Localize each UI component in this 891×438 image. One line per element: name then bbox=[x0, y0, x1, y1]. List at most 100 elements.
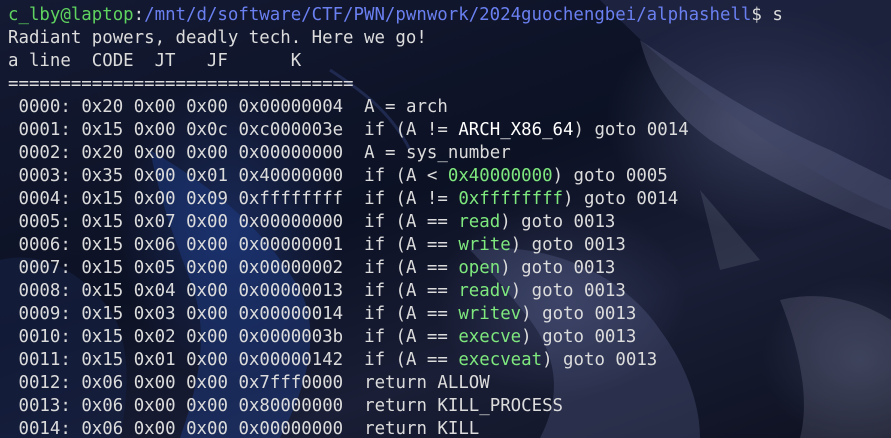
rule-jt: 0x02 bbox=[133, 327, 176, 347]
rule-k: 0x00000001 bbox=[238, 235, 344, 255]
rule-code: 0x35 bbox=[81, 166, 124, 186]
rule-line-number: 0011: bbox=[8, 350, 71, 370]
rule-line-number: 0002: bbox=[8, 143, 71, 163]
seccomp-rule-row: 0010: 0x15 0x02 0x00 0x0000003b if (A ==… bbox=[8, 326, 891, 349]
rule-action: return ALLOW bbox=[364, 373, 490, 393]
rule-line-number: 0003: bbox=[8, 166, 71, 186]
rule-highlight: readv bbox=[458, 281, 511, 301]
rule-line-number: 0004: bbox=[8, 189, 71, 209]
rule-k: 0x00000000 bbox=[238, 212, 344, 232]
rule-action: A = sys_number bbox=[364, 143, 511, 163]
prompt-colon: : bbox=[133, 5, 145, 25]
seccomp-rule-row: 0000: 0x20 0x00 0x00 0x00000004 A = arch bbox=[8, 96, 891, 119]
rule-jf: 0x00 bbox=[186, 373, 228, 393]
rule-goto: ) goto 0014 bbox=[563, 189, 679, 209]
rule-goto: ) goto 0013 bbox=[521, 327, 637, 347]
rule-action: return KILL bbox=[364, 419, 480, 438]
rule-highlight: writev bbox=[458, 304, 522, 324]
rule-jt: 0x00 bbox=[133, 396, 176, 416]
rule-jf: 0x00 bbox=[186, 143, 228, 163]
seccomp-rule-row: 0013: 0x06 0x00 0x00 0x80000000 return K… bbox=[8, 395, 891, 418]
seccomp-rule-row: 0011: 0x15 0x01 0x00 0x00000142 if (A ==… bbox=[8, 349, 891, 372]
rule-action: if (A == bbox=[364, 350, 459, 370]
rule-goto: ) goto 0013 bbox=[542, 350, 658, 370]
rule-jf: 0x00 bbox=[186, 304, 228, 324]
rule-jt: 0x07 bbox=[133, 212, 176, 232]
rule-k: 0x7fff0000 bbox=[238, 373, 344, 393]
rule-code: 0x06 bbox=[81, 396, 124, 416]
rule-k: 0x00000142 bbox=[238, 350, 344, 370]
rule-highlight: read bbox=[458, 212, 501, 232]
rule-action: if (A < bbox=[364, 166, 448, 186]
rule-jt: 0x00 bbox=[133, 189, 176, 209]
rule-highlight: 0xffffffff bbox=[458, 189, 564, 209]
rule-code: 0x15 bbox=[81, 212, 124, 232]
rule-action: if (A == bbox=[364, 304, 459, 324]
rule-line-number: 0005: bbox=[8, 212, 71, 232]
seccomp-rule-row: 0005: 0x15 0x07 0x00 0x00000000 if (A ==… bbox=[8, 211, 891, 234]
rule-line-number: 0013: bbox=[8, 396, 71, 416]
rule-jf: 0x09 bbox=[186, 189, 228, 209]
rule-highlight: open bbox=[458, 258, 501, 278]
rule-line-number: 0006: bbox=[8, 235, 71, 255]
rule-jf: 0x00 bbox=[186, 281, 228, 301]
rule-k: 0x00000004 bbox=[238, 97, 344, 117]
rule-goto: ) goto 0013 bbox=[510, 235, 626, 255]
rule-code: 0x15 bbox=[81, 120, 124, 140]
rule-action: if (A != bbox=[364, 189, 459, 209]
rule-jt: 0x01 bbox=[133, 350, 176, 370]
rule-action: A = arch bbox=[364, 97, 448, 117]
rule-line-number: 0009: bbox=[8, 304, 71, 324]
rule-line-number: 0010: bbox=[8, 327, 71, 347]
rule-goto: ) goto 0013 bbox=[521, 304, 637, 324]
seccomp-rule-row: 0007: 0x15 0x05 0x00 0x00000002 if (A ==… bbox=[8, 257, 891, 280]
rule-jf: 0x00 bbox=[186, 419, 228, 438]
seccomp-rule-row: 0004: 0x15 0x00 0x09 0xffffffff if (A !=… bbox=[8, 188, 891, 211]
rule-jf: 0x01 bbox=[186, 166, 228, 186]
rule-k: 0x40000000 bbox=[238, 166, 344, 186]
rule-action: if (A == bbox=[364, 281, 459, 301]
rule-code: 0x15 bbox=[81, 327, 124, 347]
rule-goto: ) goto 0013 bbox=[500, 212, 616, 232]
table-separator: ================================= bbox=[8, 74, 354, 94]
rule-jt: 0x06 bbox=[133, 235, 176, 255]
rule-code: 0x20 bbox=[81, 143, 124, 163]
seccomp-rule-list: 0000: 0x20 0x00 0x00 0x00000004 A = arch… bbox=[8, 96, 891, 438]
rule-action: if (A != bbox=[364, 120, 459, 140]
rule-jf: 0x00 bbox=[186, 258, 228, 278]
rule-line-number: 0014: bbox=[8, 419, 71, 438]
rule-code: 0x06 bbox=[81, 419, 124, 438]
rule-action: if (A == bbox=[364, 258, 459, 278]
banner-line: Radiant powers, deadly tech. Here we go! bbox=[8, 28, 427, 48]
rule-code: 0x20 bbox=[81, 97, 124, 117]
rule-code: 0x15 bbox=[81, 281, 124, 301]
terminal-output: c_lby@laptop:/mnt/d/software/CTF/PWN/pwn… bbox=[8, 4, 891, 438]
rule-goto: ) goto 0014 bbox=[573, 120, 689, 140]
terminal-window[interactable]: c_lby@laptop:/mnt/d/software/CTF/PWN/pwn… bbox=[0, 0, 891, 438]
rule-line-number: 0008: bbox=[8, 281, 71, 301]
rule-highlight: 0x40000000 bbox=[447, 166, 553, 186]
seccomp-rule-row: 0012: 0x06 0x00 0x00 0x7fff0000 return A… bbox=[8, 372, 891, 395]
rule-jt: 0x00 bbox=[133, 373, 176, 393]
rule-line-number: 0007: bbox=[8, 258, 71, 278]
rule-highlight: write bbox=[458, 235, 511, 255]
rule-k: 0x00000002 bbox=[238, 258, 344, 278]
rule-goto: ) goto 0013 bbox=[510, 281, 626, 301]
rule-jf: 0x00 bbox=[186, 327, 228, 347]
rule-code: 0x15 bbox=[81, 235, 124, 255]
rule-code: 0x15 bbox=[81, 258, 124, 278]
rule-k: 0x0000003b bbox=[238, 327, 344, 347]
prompt-path: /mnt/d/software/CTF/PWN/pwnwork/2024guoc… bbox=[144, 5, 752, 25]
rule-k: 0x00000000 bbox=[238, 143, 344, 163]
rule-jt: 0x00 bbox=[133, 97, 176, 117]
rule-k: 0xffffffff bbox=[238, 189, 344, 209]
rule-highlight: execveat bbox=[458, 350, 543, 370]
rule-line-number: 0012: bbox=[8, 373, 71, 393]
seccomp-rule-row: 0006: 0x15 0x06 0x00 0x00000001 if (A ==… bbox=[8, 234, 891, 257]
rule-k: 0x00000013 bbox=[238, 281, 344, 301]
table-header: a line CODE JT JF K bbox=[8, 51, 302, 71]
rule-k: 0x00000014 bbox=[238, 304, 344, 324]
rule-code: 0x06 bbox=[81, 373, 124, 393]
rule-action: return KILL_PROCESS bbox=[364, 396, 564, 416]
rule-k: 0x00000000 bbox=[238, 419, 344, 438]
